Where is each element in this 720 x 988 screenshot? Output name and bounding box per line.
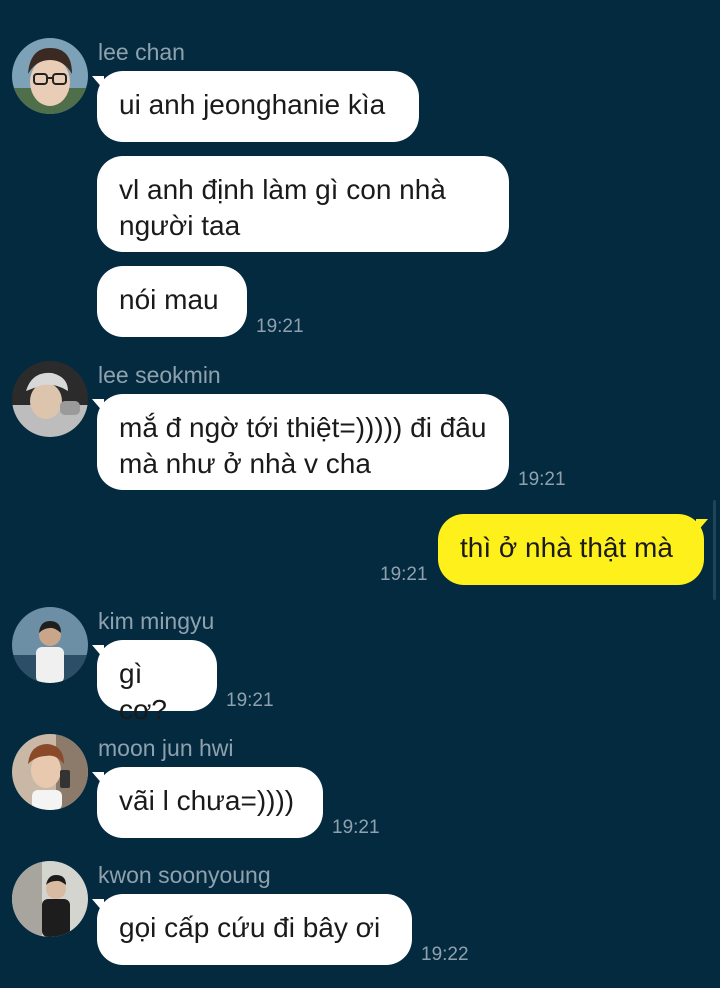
- message-bubble[interactable]: vãi l chưa=)))): [97, 767, 323, 838]
- sender-name: moon jun hwi: [98, 735, 234, 761]
- message-time: 19:21: [380, 564, 428, 585]
- message-bubble[interactable]: gì cơ?: [97, 640, 217, 725]
- message-time: 19:21: [518, 469, 566, 490]
- avatar-lee-seokmin[interactable]: [12, 361, 88, 437]
- sender-name: kwon soonyoung: [98, 862, 271, 888]
- sender-name: lee seokmin: [98, 362, 221, 388]
- sender-name: kim mingyu: [98, 608, 215, 634]
- avatar-lee-chan[interactable]: [12, 38, 88, 114]
- bubble-tail: [696, 519, 708, 533]
- message-bubble[interactable]: vl anh định làm gì con nhà người taa: [97, 156, 509, 252]
- avatar-kim-mingyu[interactable]: [12, 607, 88, 683]
- avatar-moon-jun-hwi[interactable]: [12, 734, 88, 810]
- sender-name: lee chan: [98, 39, 185, 65]
- scrollbar[interactable]: [713, 500, 716, 600]
- avatar-kwon-soonyoung[interactable]: [12, 861, 88, 937]
- message-bubble[interactable]: nói mau: [97, 266, 247, 337]
- message-bubble[interactable]: ui anh jeonghanie kìa: [97, 71, 419, 142]
- my-message-bubble[interactable]: thì ở nhà thật mà: [438, 514, 704, 585]
- message-bubble[interactable]: gọi cấp cứu đi bây ơi: [97, 894, 412, 965]
- message-time: 19:21: [256, 316, 304, 337]
- message-bubble[interactable]: mắ đ ngờ tới thiệt=))))) đi đâu mà như ở…: [97, 394, 509, 490]
- message-time: 19:21: [226, 690, 274, 711]
- message-time: 19:22: [421, 944, 469, 965]
- message-time: 19:21: [332, 817, 380, 838]
